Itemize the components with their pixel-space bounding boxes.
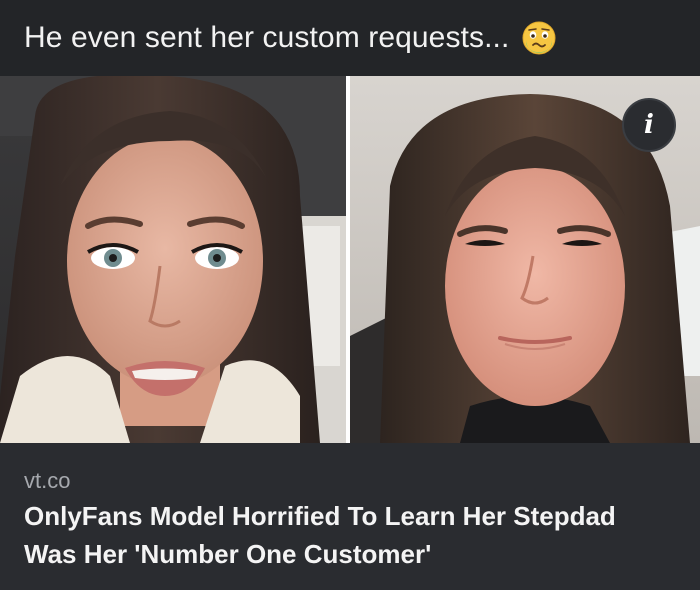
post-header: He even sent her custom requests... bbox=[0, 0, 700, 76]
info-icon-glyph: i bbox=[644, 110, 654, 140]
post-image[interactable] bbox=[0, 76, 700, 443]
post-title: He even sent her custom requests... bbox=[24, 21, 510, 54]
info-icon[interactable]: i bbox=[622, 98, 676, 152]
link-domain: vt.co bbox=[24, 468, 71, 493]
link-headline[interactable]: OnlyFans Model Horrified To Learn Her St… bbox=[24, 497, 674, 573]
nauseated-face-icon bbox=[521, 20, 557, 56]
left-photo bbox=[0, 76, 346, 443]
